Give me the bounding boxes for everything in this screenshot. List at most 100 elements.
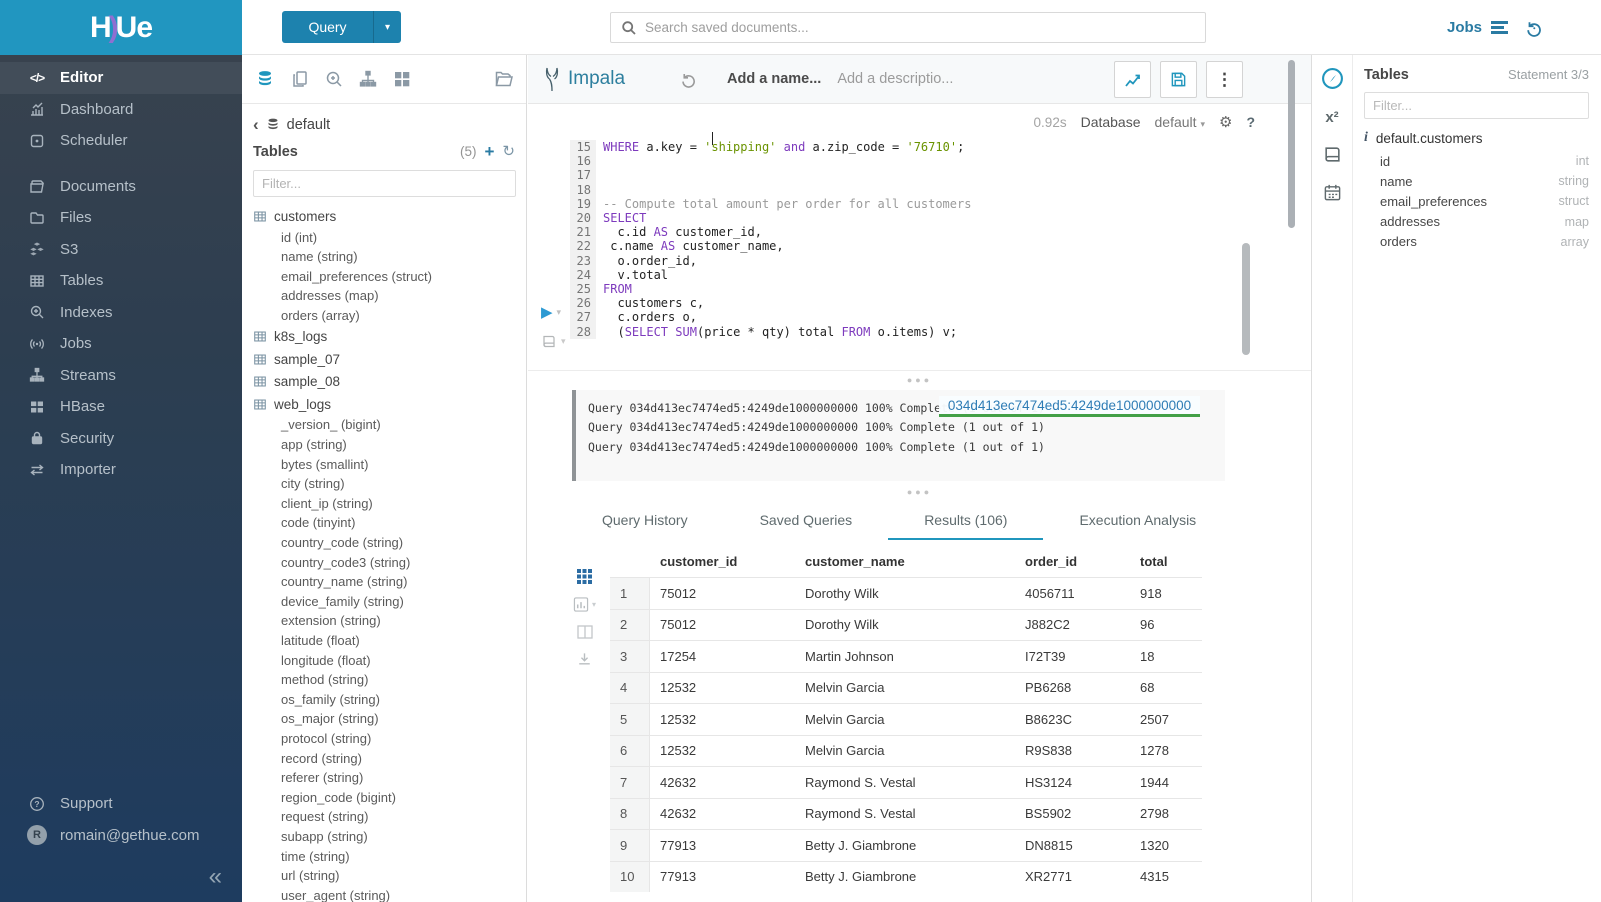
column-list-item[interactable]: client_ip (string) (253, 494, 526, 514)
sidebar-item-importer[interactable]: Importer (0, 454, 242, 486)
table-row[interactable]: 977913Betty J. GiambroneDN88151320 (610, 829, 1202, 861)
code-line[interactable] (603, 168, 971, 182)
column-list-item[interactable]: time (string) (253, 847, 526, 867)
table-row[interactable]: 317254Martin JohnsonI72T3918 (610, 640, 1202, 672)
query-id-tooltip[interactable]: 034d413ec7474ed5:4249de1000000000 (939, 396, 1200, 417)
editor-scrollbar[interactable] (1242, 243, 1250, 355)
query-name-field[interactable]: Add a name... (727, 71, 821, 87)
sidebar-item-documents[interactable]: Documents (0, 171, 242, 203)
more-actions-button[interactable]: ⋮ (1206, 61, 1243, 98)
search-assist-icon[interactable] (324, 69, 344, 89)
column-list-item[interactable]: region_code (bigint) (253, 788, 526, 808)
table-list-item[interactable]: k8s_logs (253, 325, 526, 348)
column-header[interactable]: total (1130, 545, 1202, 577)
page-scrollbar[interactable] (1288, 60, 1295, 228)
schedule-calendar-icon[interactable] (1323, 183, 1342, 202)
tab-saved-queries[interactable]: Saved Queries (724, 503, 889, 540)
column-list-item[interactable]: code (tinyint) (253, 513, 526, 533)
table-row[interactable]: 842632Raymond S. VestalBS59022798 (610, 798, 1202, 830)
column-header[interactable]: order_id (1015, 545, 1130, 577)
refresh-icon[interactable]: ↻ (502, 144, 515, 159)
column-list-item[interactable]: city (string) (253, 474, 526, 494)
help-icon[interactable]: ? (1246, 114, 1255, 130)
column-list-item[interactable]: extension (string) (253, 611, 526, 631)
column-list-item[interactable]: country_name (string) (253, 572, 526, 592)
settings-gear-icon[interactable]: ⚙ (1219, 113, 1232, 131)
documents-assist-icon[interactable] (290, 69, 310, 89)
sidebar-item-user[interactable]: R romain@gethue.com (0, 820, 242, 852)
column-list-item[interactable]: country_code3 (string) (253, 553, 526, 573)
column-list-item[interactable]: os_major (string) (253, 709, 526, 729)
sidebar-item-editor[interactable]: </> Editor (0, 62, 242, 94)
table-list-item[interactable]: customers (253, 205, 526, 228)
chart-view-icon[interactable]: ▾ (573, 597, 596, 612)
search-input[interactable] (645, 20, 1165, 35)
sidebar-item-jobs[interactable]: Jobs (0, 328, 242, 360)
column-list-item[interactable]: country_code (string) (253, 533, 526, 553)
code-line[interactable]: c.name AS customer_name, (603, 239, 971, 253)
language-reference-icon[interactable] (1323, 145, 1342, 164)
sidebar-item-files[interactable]: Files (0, 202, 242, 234)
table-row[interactable]: 512532Melvin GarciaB8623C2507 (610, 703, 1202, 735)
sidebar-item-indexes[interactable]: Indexes (0, 297, 242, 329)
tables-filter-input[interactable] (253, 170, 516, 197)
download-icon[interactable] (577, 652, 592, 666)
sidebar-item-dashboard[interactable]: Dashboard (0, 94, 242, 126)
global-search[interactable] (610, 12, 1206, 43)
sidebar-item-security[interactable]: Security (0, 423, 242, 455)
code-line[interactable]: WHERE a.key = 'shipping' and a.zip_code … (603, 140, 971, 154)
column-list-item[interactable]: name (string) (253, 247, 526, 267)
query-description-field[interactable]: Add a descriptio... (837, 71, 953, 87)
chart-options-caret[interactable]: ▾ (592, 600, 596, 609)
table-list-item[interactable]: web_logs (253, 393, 526, 416)
database-dropdown[interactable]: default ▾ (1155, 114, 1205, 130)
column-list-item[interactable]: record (string) (253, 749, 526, 769)
code-line[interactable]: -- Compute total amount per order for al… (603, 197, 971, 211)
code-lines[interactable]: WHERE a.key = 'shipping' and a.zip_code … (596, 140, 971, 339)
query-dropdown-caret[interactable]: ▾ (373, 11, 401, 43)
save-button[interactable] (1160, 61, 1197, 98)
code-line[interactable]: FROM (603, 282, 971, 296)
column-list-item[interactable]: os_family (string) (253, 690, 526, 710)
column-list-item[interactable]: request (string) (253, 807, 526, 827)
sidebar-item-support[interactable]: ? Support (0, 788, 242, 820)
table-list-item[interactable]: sample_07 (253, 348, 526, 371)
functions-icon[interactable]: x² (1325, 109, 1338, 126)
execute-button[interactable]: ▶ ▾ (541, 305, 561, 320)
database-assist-icon[interactable] (254, 69, 276, 89)
column-list-item[interactable]: method (string) (253, 670, 526, 690)
column-list-item[interactable]: addresses (map) (253, 286, 526, 306)
table-list-item[interactable]: sample_08 (253, 370, 526, 393)
sidebar-item-scheduler[interactable]: Scheduler (0, 125, 242, 157)
code-line[interactable]: customers c, (603, 296, 971, 310)
column-list-item[interactable]: user_agent (string) (253, 886, 526, 902)
execute-options-caret[interactable]: ▾ (557, 307, 562, 318)
code-line[interactable]: v.total (603, 268, 971, 282)
snippet-history-icon[interactable] (680, 71, 697, 88)
columns-view-icon[interactable] (577, 625, 593, 639)
column-list-item[interactable]: id (int) (253, 228, 526, 248)
database-breadcrumb[interactable]: ‹ default (242, 104, 526, 137)
back-chevron-icon[interactable]: ‹ (253, 116, 259, 133)
sidebar-item-hbase[interactable]: HBase (0, 391, 242, 423)
column-list-item[interactable]: protocol (string) (253, 729, 526, 749)
column-list-item[interactable]: email_preferences (struct) (253, 267, 526, 287)
right-filter-input[interactable] (1364, 92, 1589, 119)
right-column-item[interactable]: idint (1380, 151, 1589, 171)
code-line[interactable]: SELECT (603, 211, 971, 225)
table-row[interactable]: 275012Dorothy WilkJ882C296 (610, 609, 1202, 641)
hue-logo[interactable]: H)Ue (0, 0, 242, 55)
add-table-icon[interactable]: + (484, 143, 494, 160)
column-list-item[interactable]: url (string) (253, 866, 526, 886)
table-row[interactable]: 175012Dorothy Wilk4056711918 (610, 577, 1202, 609)
new-query-button[interactable]: Query ▾ (282, 11, 401, 43)
code-line[interactable] (603, 154, 971, 168)
tab-query-history[interactable]: Query History (566, 503, 724, 540)
column-header[interactable]: customer_name (795, 545, 1015, 577)
sidebar-item-streams[interactable]: Streams (0, 360, 242, 392)
code-line[interactable]: (SELECT SUM(price * qty) total FROM o.it… (603, 325, 971, 339)
assist-compass-icon[interactable] (1321, 67, 1344, 90)
table-row[interactable]: 742632Raymond S. VestalHS31241944 (610, 766, 1202, 798)
sidebar-item-s3[interactable]: S3 (0, 234, 242, 266)
right-column-item[interactable]: ordersarray (1380, 232, 1589, 252)
